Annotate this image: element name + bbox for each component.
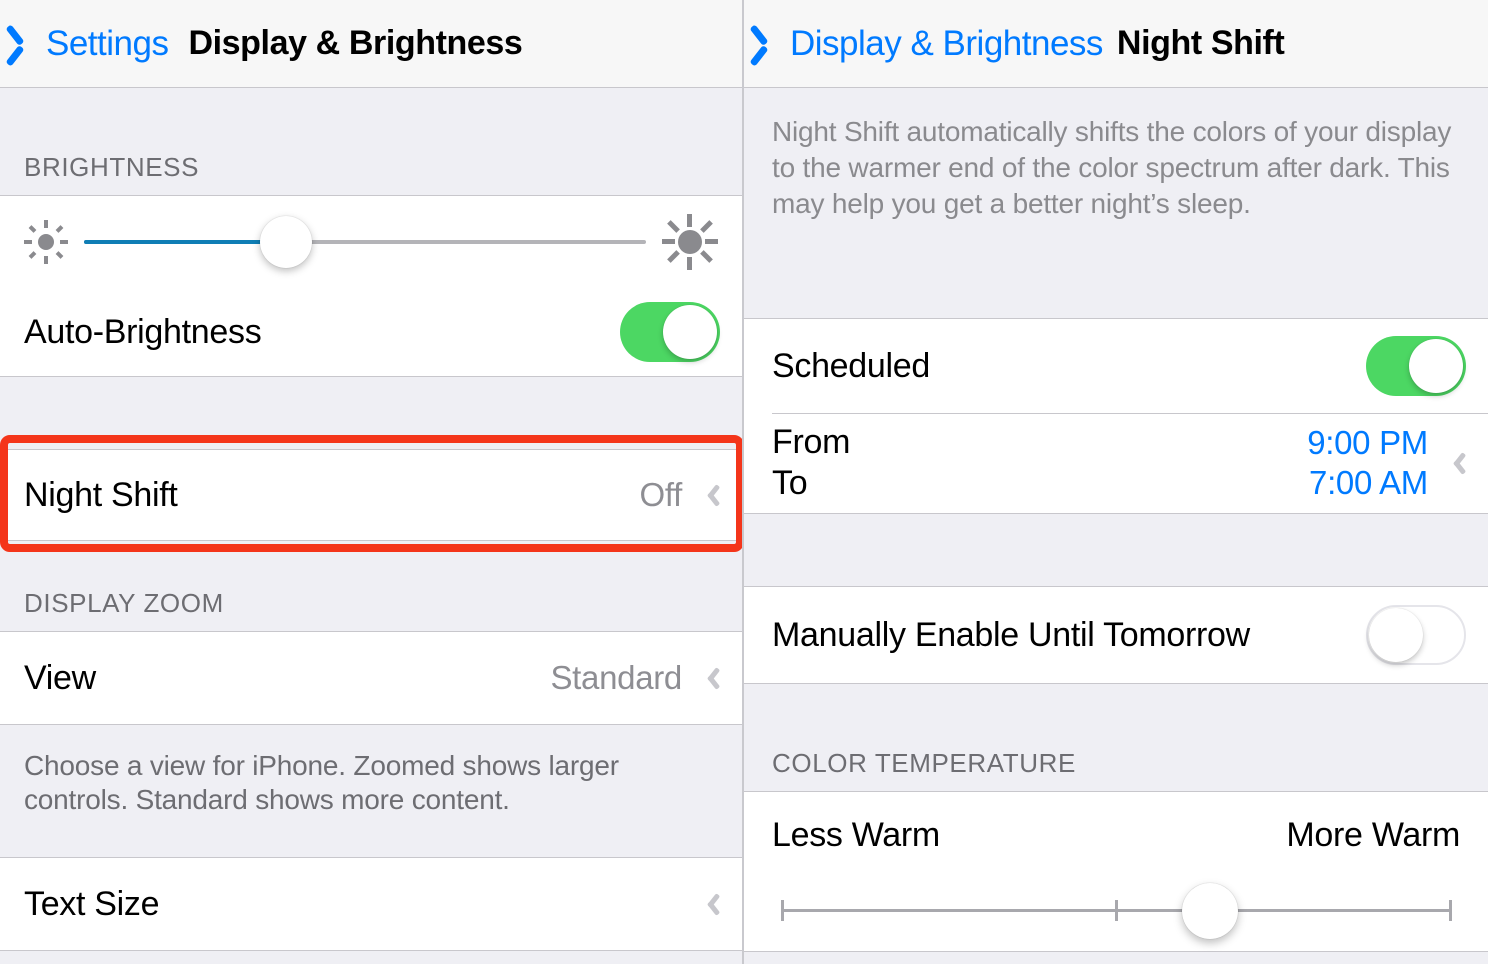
brightness-slider-track[interactable] bbox=[84, 212, 646, 272]
color-temperature-group: Less Warm More Warm bbox=[744, 791, 1488, 952]
night-shift-panel: Display & Brightness Night Shift Night S… bbox=[744, 0, 1488, 964]
screenshot-root: Settings Display & Brightness BRIGHTNESS bbox=[0, 0, 1488, 964]
brightness-section-header: BRIGHTNESS bbox=[0, 88, 742, 195]
chevron-left-icon[interactable] bbox=[12, 24, 38, 64]
right-navigation-bar: Display & Brightness Night Shift bbox=[744, 0, 1488, 88]
temperature-tick bbox=[781, 900, 784, 921]
to-label: To bbox=[772, 464, 808, 502]
schedule-group: Scheduled From To 9:00 PM 7:00 AM bbox=[744, 318, 1488, 514]
text-size-group: Text Size bbox=[0, 857, 742, 951]
brightness-group: Auto-Brightness bbox=[0, 195, 742, 377]
scheduled-toggle[interactable] bbox=[1366, 336, 1466, 396]
night-shift-value: Off bbox=[639, 476, 682, 513]
temperature-slider-thumb[interactable] bbox=[1181, 883, 1238, 939]
more-warm-label: More Warm bbox=[1286, 816, 1460, 854]
night-shift-label: Night Shift bbox=[24, 475, 178, 514]
text-size-row[interactable]: Text Size bbox=[0, 858, 742, 950]
display-zoom-group: View Standard bbox=[0, 631, 742, 725]
night-shift-row[interactable]: Night Shift Off bbox=[0, 450, 742, 540]
color-temperature-slider[interactable] bbox=[781, 871, 1452, 951]
sun-small-icon bbox=[24, 220, 68, 264]
temperature-tick bbox=[1115, 900, 1118, 921]
auto-brightness-toggle[interactable] bbox=[620, 302, 720, 362]
brightness-slider-row bbox=[0, 196, 742, 288]
night-shift-description: Night Shift automatically shifts the col… bbox=[744, 88, 1488, 318]
from-label: From bbox=[772, 423, 851, 461]
chevron-right-icon bbox=[1450, 449, 1466, 477]
auto-brightness-row[interactable]: Auto-Brightness bbox=[0, 288, 742, 376]
chevron-right-icon bbox=[704, 481, 720, 509]
text-size-label: Text Size bbox=[24, 884, 160, 923]
display-brightness-panel: Settings Display & Brightness BRIGHTNESS bbox=[0, 0, 744, 964]
manual-enable-row[interactable]: Manually Enable Until Tomorrow bbox=[744, 587, 1488, 683]
page-title: Display & Brightness bbox=[188, 24, 523, 62]
brightness-slider-thumb[interactable] bbox=[260, 216, 313, 268]
display-zoom-footer-note: Choose a view for iPhone. Zoomed shows l… bbox=[0, 725, 742, 857]
view-label: View bbox=[24, 658, 96, 697]
manual-enable-label: Manually Enable Until Tomorrow bbox=[772, 615, 1250, 654]
left-navigation-bar: Settings Display & Brightness bbox=[0, 0, 742, 88]
page-title: Night Shift bbox=[1116, 24, 1285, 62]
group-spacer-1 bbox=[0, 377, 742, 449]
sun-large-icon bbox=[662, 214, 718, 270]
display-zoom-section-header: DISPLAY ZOOM bbox=[0, 541, 742, 631]
schedule-time-row[interactable]: From To 9:00 PM 7:00 AM bbox=[744, 413, 1488, 513]
chevron-left-icon[interactable] bbox=[756, 24, 782, 64]
chevron-right-icon bbox=[704, 664, 720, 692]
temperature-tick bbox=[1449, 900, 1452, 921]
from-value: 9:00 PM bbox=[1307, 424, 1428, 461]
less-warm-label: Less Warm bbox=[772, 816, 940, 854]
slider-track-fill bbox=[84, 240, 287, 244]
manual-enable-toggle[interactable] bbox=[1366, 605, 1466, 665]
color-temperature-control: Less Warm More Warm bbox=[744, 792, 1488, 951]
back-button-label[interactable]: Settings bbox=[46, 24, 169, 64]
auto-brightness-label: Auto-Brightness bbox=[24, 312, 262, 351]
view-value: Standard bbox=[550, 659, 682, 696]
chevron-right-icon bbox=[704, 890, 720, 918]
scheduled-row[interactable]: Scheduled bbox=[744, 319, 1488, 413]
view-row[interactable]: View Standard bbox=[0, 632, 742, 724]
manual-enable-group: Manually Enable Until Tomorrow bbox=[744, 586, 1488, 684]
group-spacer-2 bbox=[744, 514, 1488, 586]
night-shift-group: Night Shift Off bbox=[0, 449, 742, 541]
back-button-label[interactable]: Display & Brightness bbox=[790, 24, 1103, 64]
color-temperature-section-header: COLOR TEMPERATURE bbox=[744, 684, 1488, 791]
scheduled-label: Scheduled bbox=[772, 346, 930, 385]
to-value: 7:00 AM bbox=[1309, 464, 1428, 501]
